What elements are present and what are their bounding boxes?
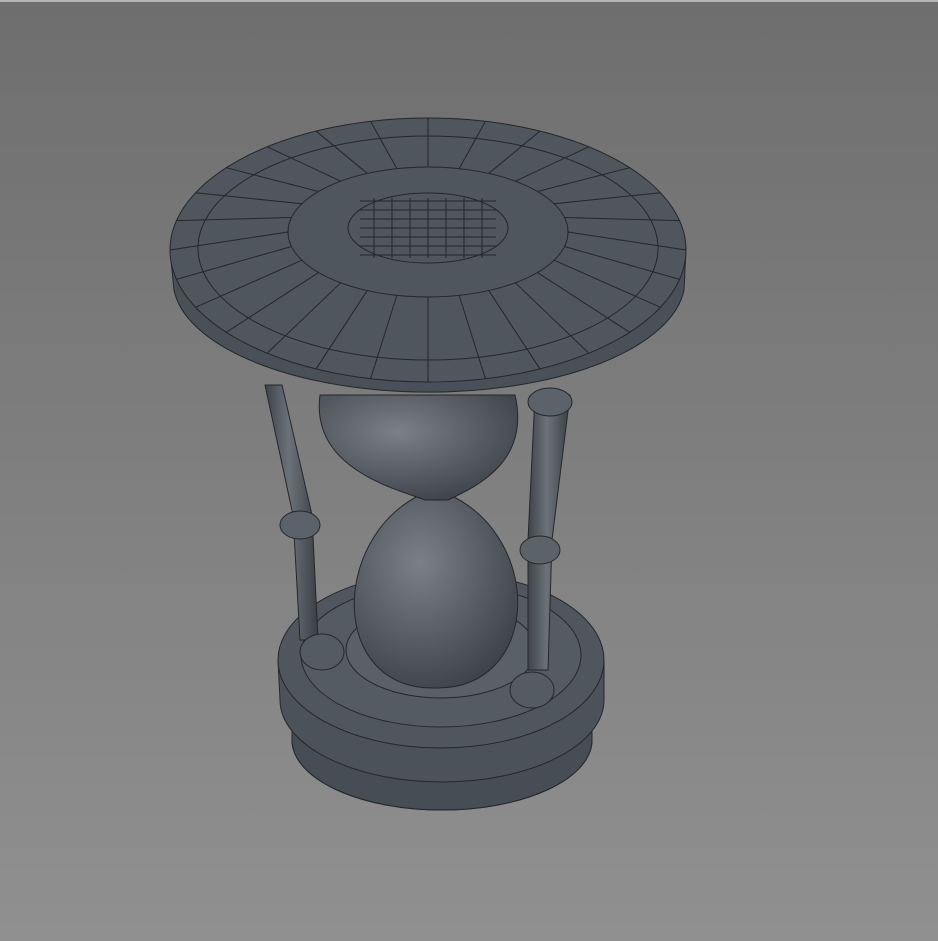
top-border xyxy=(0,0,938,2)
3d-viewport xyxy=(0,0,938,941)
top-disc xyxy=(169,117,687,393)
